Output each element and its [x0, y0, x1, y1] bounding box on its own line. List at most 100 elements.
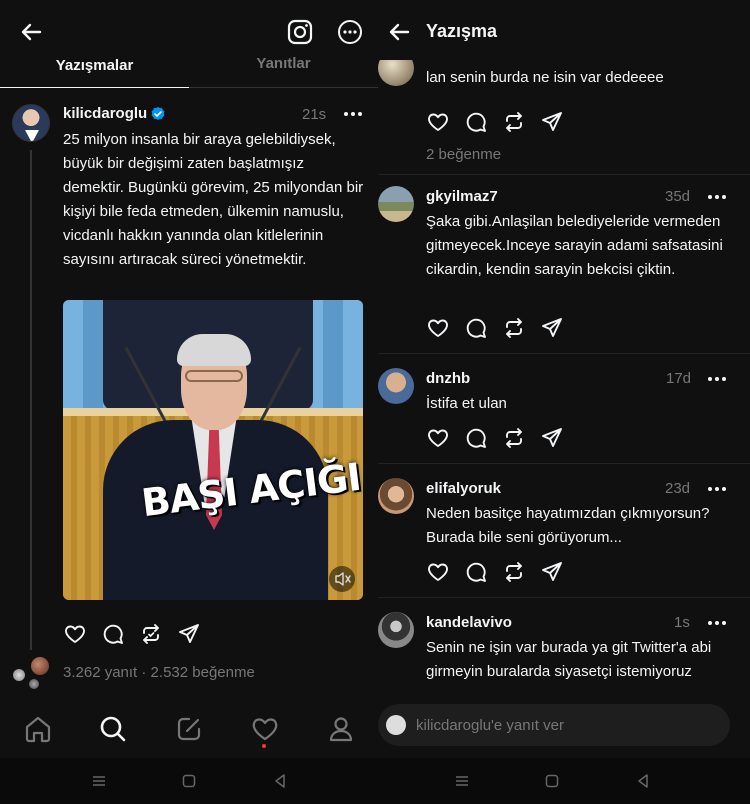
comment-username[interactable]: gkyilmaz7 [426, 188, 498, 205]
comment-icon[interactable] [101, 622, 125, 646]
thread-line [30, 150, 32, 650]
comment-text: Şaka gibi.Anlaşilan belediyeleride verme… [426, 213, 723, 278]
comment-list: lan senin burda ne isin var dedeeee 2 be… [378, 56, 750, 696]
share-icon[interactable] [540, 426, 564, 450]
share-icon[interactable] [540, 316, 564, 340]
image-glasses [185, 370, 243, 382]
share-icon[interactable] [540, 560, 564, 584]
more-icon[interactable] [706, 615, 728, 631]
thread-header: Yazışmalar Yanıtlar [0, 0, 378, 88]
post-stats[interactable]: 3.262 yanıt · 2.532 beğenme [63, 664, 255, 681]
list-item: dnzhb 17d İstifa et ulan [378, 368, 750, 468]
list-item: kandelavivo 1s Senin ne işin var burada … [378, 612, 750, 696]
comment-text: Senin ne işin var burada ya git Twitter'… [426, 639, 712, 680]
avatar [28, 678, 40, 690]
verified-icon [150, 106, 166, 122]
comment-text: İstifa et ulan [426, 395, 507, 412]
activity-heart-icon[interactable] [250, 714, 280, 744]
post-username[interactable]: kilicdaroglu [63, 105, 147, 122]
more-circle-icon[interactable] [336, 18, 364, 46]
comment-likes[interactable]: 2 beğenme [426, 146, 501, 163]
comment-text: lan senin burda ne isin var dedeeee [426, 69, 664, 86]
system-back-icon[interactable] [635, 773, 651, 789]
tab-replies[interactable]: Yanıtlar [189, 52, 378, 88]
avatar[interactable] [12, 104, 50, 142]
tab-replies-label: Yanıtlar [256, 55, 311, 72]
system-nav-bar [378, 758, 750, 804]
home-button-icon[interactable] [544, 773, 560, 789]
comment-time: 1s [674, 614, 690, 631]
mute-icon[interactable] [329, 566, 355, 592]
image-hair [177, 334, 251, 366]
reply-placeholder: kilicdaroglu'e yanıt ver [416, 717, 564, 734]
more-icon[interactable] [706, 189, 728, 205]
heart-icon[interactable] [426, 316, 450, 340]
heart-icon[interactable] [426, 110, 450, 134]
repost-icon[interactable] [502, 426, 526, 450]
more-icon[interactable] [706, 481, 728, 497]
reply-avatars[interactable] [12, 656, 52, 690]
back-arrow-icon[interactable] [386, 18, 414, 46]
more-icon[interactable] [342, 106, 364, 122]
heart-icon[interactable] [63, 622, 87, 646]
heart-icon[interactable] [426, 426, 450, 450]
comment-username[interactable]: kandelavivo [426, 614, 512, 631]
comment-icon[interactable] [464, 560, 488, 584]
avatar[interactable] [378, 56, 414, 86]
page-title: Yazışma [426, 21, 498, 41]
comment-username[interactable]: elifalyoruk [426, 480, 501, 497]
comment-icon[interactable] [464, 316, 488, 340]
tab-threads-label: Yazışmalar [55, 57, 134, 74]
repost-icon[interactable] [502, 110, 526, 134]
profile-icon[interactable] [326, 714, 356, 744]
repost-icon[interactable] [139, 622, 163, 646]
notification-dot [262, 744, 266, 748]
avatar[interactable] [378, 478, 414, 514]
system-back-icon[interactable] [272, 773, 288, 789]
repost-icon[interactable] [502, 316, 526, 340]
avatar [12, 668, 26, 682]
share-icon[interactable] [540, 110, 564, 134]
comment-actions [426, 560, 586, 584]
heart-icon[interactable] [426, 560, 450, 584]
list-item: elifalyoruk 23d Neden basitçe hayatımızd… [378, 478, 750, 598]
comment-username[interactable]: dnzhb [426, 370, 470, 387]
comment-text: Neden basitçe hayatımızdan çıkmıyorsun? … [426, 505, 710, 546]
reply-input[interactable]: kilicdaroglu'e yanıt ver [378, 704, 730, 746]
tab-threads[interactable]: Yazışmalar [0, 52, 189, 88]
comment-actions [426, 426, 586, 450]
search-icon[interactable] [98, 714, 128, 744]
share-icon[interactable] [177, 622, 201, 646]
divider [378, 353, 750, 354]
replies-header: Yazışma [378, 0, 750, 60]
avatar[interactable] [378, 612, 414, 648]
comment-icon[interactable] [464, 426, 488, 450]
more-icon[interactable] [706, 371, 728, 387]
replies-pane: lan senin burda ne isin var dedeeee 2 be… [378, 0, 750, 804]
system-nav-bar [0, 758, 378, 804]
post-text: 25 milyon insanla bir araya gelebildiyse… [63, 131, 364, 268]
avatar [30, 656, 50, 676]
recent-apps-icon[interactable] [91, 773, 107, 789]
avatar[interactable] [378, 186, 414, 222]
comment-time: 17d [666, 370, 692, 387]
comment-actions [426, 110, 586, 134]
post-time: 21s [302, 106, 327, 123]
home-icon[interactable] [23, 714, 53, 744]
divider [378, 597, 750, 598]
thread-pane: Yazışmalar Yanıtlar kilicdaroglu 21s 25 … [0, 0, 378, 804]
post-image[interactable]: BAŞI AÇIĞI [63, 300, 363, 600]
instagram-icon[interactable] [286, 18, 314, 46]
comment-actions [426, 316, 586, 340]
avatar[interactable] [378, 368, 414, 404]
comment-icon[interactable] [464, 110, 488, 134]
recent-apps-icon[interactable] [454, 773, 470, 789]
divider [378, 463, 750, 464]
repost-icon[interactable] [502, 560, 526, 584]
list-item: gkyilmaz7 35d Şaka gibi.Anlaşilan beledi… [378, 186, 750, 346]
divider [378, 174, 750, 175]
compose-icon[interactable] [174, 714, 204, 744]
avatar [386, 715, 406, 735]
home-button-icon[interactable] [181, 773, 197, 789]
back-arrow-icon[interactable] [18, 18, 46, 46]
